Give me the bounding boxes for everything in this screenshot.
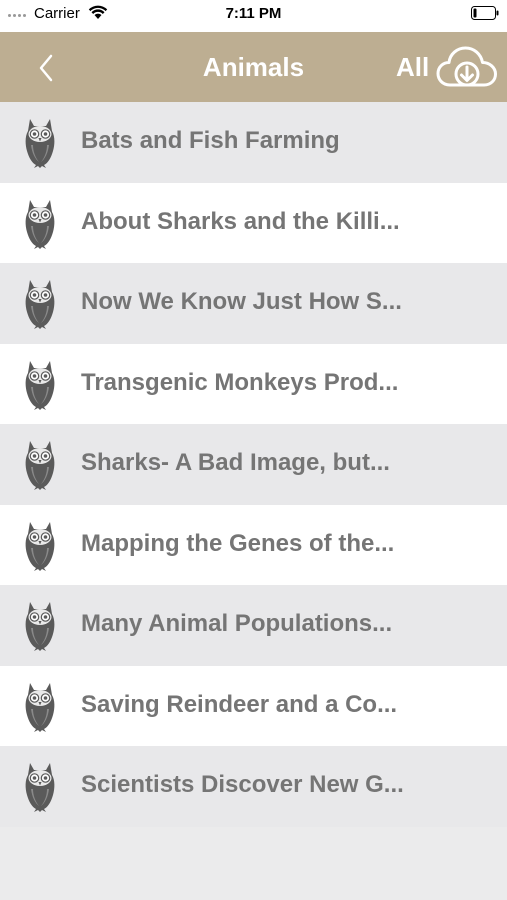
article-list: Bats and Fish Farming About Sharks and t… xyxy=(0,102,507,827)
cloud-download-icon[interactable] xyxy=(436,45,498,91)
list-item-label: Sharks- A Bad Image, but... xyxy=(81,449,390,476)
status-time: 7:11 PM xyxy=(225,5,282,22)
owl-icon xyxy=(25,763,55,812)
list-item-label: Mapping the Genes of the... xyxy=(81,529,395,557)
list-item-label: Transgenic Monkeys Prod... xyxy=(81,368,399,396)
owl-icon xyxy=(25,682,55,732)
list-item[interactable]: Mapping the Genes of the... xyxy=(0,504,507,585)
owl-icon xyxy=(25,360,55,410)
owl-icon xyxy=(25,199,55,249)
list-item-label: Scientists Discover New G... xyxy=(81,771,404,798)
list-item[interactable]: Bats and Fish Farming xyxy=(0,102,507,183)
list-item-label: Saving Reindeer and a Co... xyxy=(81,690,398,718)
list-item[interactable]: Many Animal Populations... xyxy=(0,585,507,666)
list-item[interactable]: Scientists Discover New G... xyxy=(0,746,507,827)
page-title: Animals xyxy=(202,52,305,82)
list-item[interactable]: Saving Reindeer and a Co... xyxy=(0,665,507,746)
list-item-label: Many Animal Populations... xyxy=(81,610,393,637)
list-item-label: About Sharks and the Killi... xyxy=(81,207,400,235)
owl-icon xyxy=(25,280,55,329)
owl-icon xyxy=(25,602,55,651)
list-item-label: Now We Know Just How S... xyxy=(81,288,402,315)
all-button[interactable]: All xyxy=(396,52,429,83)
owl-icon xyxy=(25,521,55,571)
nav-bar: Animals All xyxy=(0,32,507,102)
screen: Carrier 7:11 PM Animals All Bats and Fis… xyxy=(0,0,507,900)
list-item[interactable]: Sharks- A Bad Image, but... xyxy=(0,424,507,505)
list-item[interactable]: About Sharks and the Killi... xyxy=(0,182,507,263)
status-bar: Carrier 7:11 PM xyxy=(0,0,507,32)
list-item[interactable]: Transgenic Monkeys Prod... xyxy=(0,343,507,424)
battery-icon xyxy=(471,6,499,20)
owl-icon xyxy=(25,441,55,490)
owl-icon xyxy=(25,119,55,168)
list-item-label: Bats and Fish Farming xyxy=(81,127,340,154)
list-item[interactable]: Now We Know Just How S... xyxy=(0,263,507,344)
